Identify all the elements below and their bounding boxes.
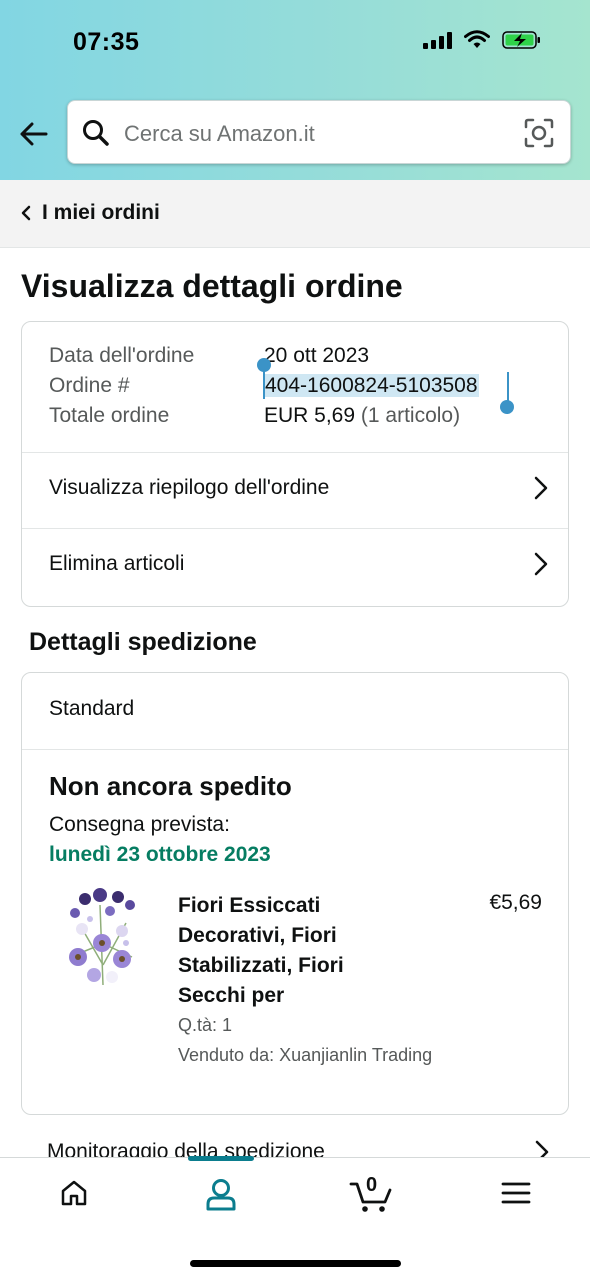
page-title: Visualizza dettagli ordine [21, 268, 403, 304]
camera-scan-icon[interactable] [524, 118, 554, 148]
chevron-left-icon [21, 205, 31, 221]
order-total-items: (1 articolo) [360, 404, 461, 427]
divider [22, 749, 568, 750]
delete-items-label: Elimina articoli [49, 552, 185, 575]
nav-menu[interactable] [491, 1178, 541, 1222]
back-arrow-icon[interactable] [16, 116, 52, 152]
product-image[interactable] [60, 885, 146, 993]
wifi-icon [464, 30, 490, 48]
delivery-date: lunedì 23 ottobre 2023 [49, 843, 271, 866]
active-tab-indicator [188, 1156, 254, 1161]
order-number-label: Ordine # [49, 374, 130, 397]
breadcrumb[interactable]: I miei ordini [0, 180, 590, 248]
selection-start-bar [263, 367, 265, 399]
breadcrumb-label: I miei ordini [42, 201, 160, 224]
shipping-status: Non ancora spedito [49, 771, 292, 801]
signal-icon [423, 31, 452, 49]
chevron-right-icon [534, 552, 548, 576]
product-seller: Venduto da: Xuanjianlin Trading [178, 1045, 433, 1065]
status-icons [423, 30, 542, 50]
battery-charging-icon [502, 31, 540, 49]
search-icon [83, 120, 109, 146]
delivery-label: Consegna prevista: [49, 813, 230, 836]
nav-home[interactable] [49, 1178, 99, 1222]
shipping-section-title: Dettagli spedizione [29, 628, 257, 656]
selected-order-number[interactable]: 404-1600824-5103508 [264, 374, 479, 397]
search-input[interactable]: Cerca su Amazon.it [67, 100, 571, 164]
account-icon [206, 1179, 236, 1211]
product-title[interactable]: Fiori Essiccati Decorativi, Fiori Stabil… [178, 891, 398, 1011]
home-indicator [190, 1260, 401, 1267]
chevron-right-icon [534, 476, 548, 500]
product-quantity: Q.tà: 1 [178, 1015, 233, 1035]
shipping-method: Standard [49, 697, 135, 720]
product-price: €5,69 [489, 891, 542, 914]
order-total-label: Totale ordine [49, 404, 170, 427]
order-total-amount: EUR 5,69 [264, 404, 356, 427]
home-icon [61, 1180, 87, 1206]
selection-end-handle[interactable] [500, 400, 514, 414]
order-date-label: Data dell'ordine [49, 344, 195, 367]
menu-icon [501, 1182, 531, 1204]
order-total-value: EUR 5,69 (1 articolo) [264, 404, 460, 428]
delete-items-link[interactable]: Elimina articoli [22, 528, 568, 604]
order-summary-label: Visualizza riepilogo dell'ordine [49, 476, 330, 499]
order-date-value: 20 ott 2023 [264, 344, 370, 367]
search-placeholder: Cerca su Amazon.it [124, 121, 315, 146]
order-summary-link[interactable]: Visualizza riepilogo dell'ordine [22, 452, 568, 528]
nav-account[interactable] [196, 1178, 246, 1222]
header: 07:35 Cerca su Amazon.it [0, 0, 590, 180]
cart-count: 0 [366, 1174, 378, 1196]
nav-cart[interactable]: 0 [346, 1174, 396, 1222]
order-number-value[interactable]: 404-1600824-5103508 [264, 374, 479, 398]
status-time: 07:35 [73, 28, 140, 56]
shipping-card: Standard Non ancora spedito Consegna pre… [21, 672, 569, 1115]
order-info-card: Data dell'ordine 20 ott 2023 Ordine # 40… [21, 321, 569, 607]
